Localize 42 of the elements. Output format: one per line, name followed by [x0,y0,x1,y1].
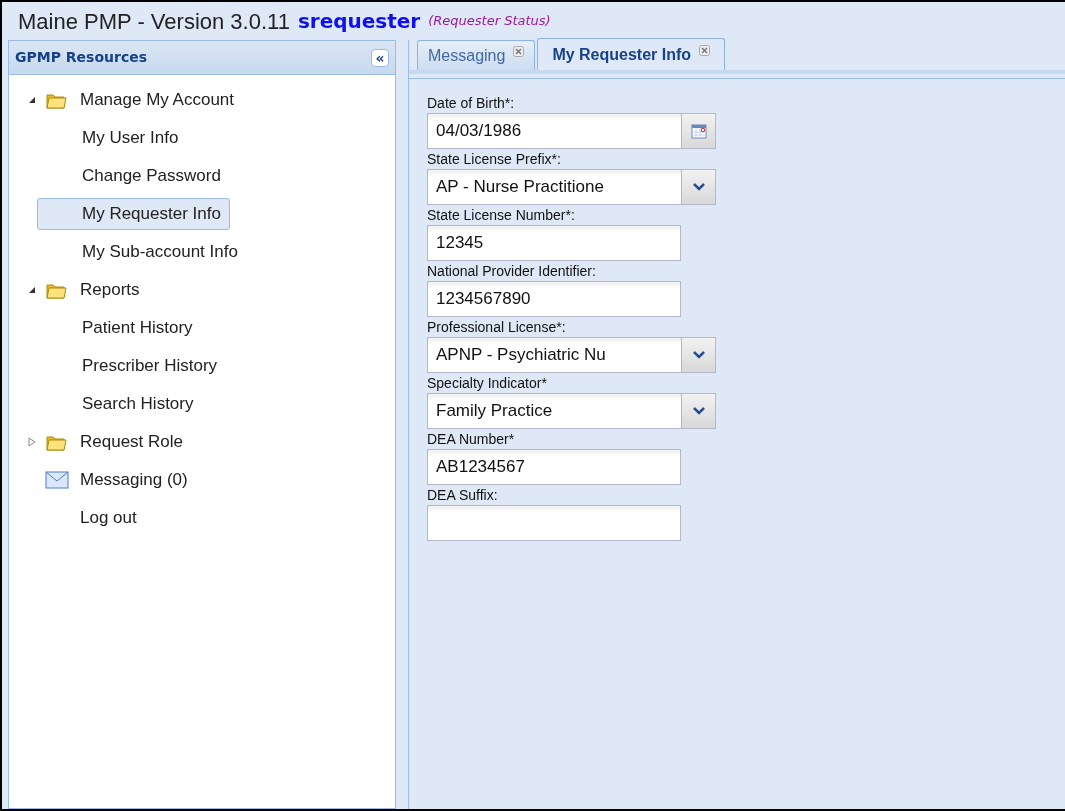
date-field[interactable]: 04/03/1986 [427,113,716,149]
tree-item[interactable]: Request Role [79,426,184,458]
expanded-arrow-icon[interactable] [28,96,36,104]
tree-item[interactable]: Messaging (0) [79,464,189,496]
panel-title: GPMP Resources [15,48,148,67]
calendar-icon[interactable] [690,123,707,139]
field-label: State License Number*: [427,206,575,225]
tree-item[interactable]: Patient History [81,312,194,344]
field-label: State License Prefix*: [427,150,561,169]
input-field[interactable]: 1234567890 [427,281,681,317]
username: srequester [297,8,421,35]
tree-item[interactable]: My Requester Info [37,198,230,230]
field-label: National Provider Identifier: [427,262,596,281]
close-icon[interactable] [513,46,525,57]
tree-item[interactable]: Reports [79,274,141,306]
field-label: Professional License*: [427,318,566,337]
field-label: Date of Birth*: [427,94,515,113]
dropdown[interactable]: Family Practice [427,393,716,429]
dropdown[interactable]: AP - Nurse Practitione [427,169,716,205]
dropdown[interactable]: APNP - Psychiatric Nu [427,337,716,373]
close-icon[interactable] [699,45,711,56]
user-status: (Requester Status) [428,12,551,31]
app-title: Maine PMP - Version 3.0.11 [18,7,290,36]
field-label: Specialty Indicator* [427,374,547,393]
envelope-icon [45,471,69,489]
input-field[interactable]: 12345 [427,225,681,261]
input-field[interactable] [427,505,681,541]
collapse-button[interactable]: « [371,48,389,67]
tree-item[interactable]: Prescriber History [81,350,219,382]
tree-item[interactable]: Log out [79,502,138,534]
tree-item[interactable]: Search History [81,388,195,420]
tree-item[interactable]: My User Info [81,122,180,154]
field-label: DEA Suffix: [427,486,498,505]
expanded-arrow-icon[interactable] [28,286,36,294]
tree-item[interactable]: Manage My Account [79,84,236,116]
tab[interactable]: My Requester Info [537,38,726,70]
tree-item[interactable]: My Sub-account Info [81,236,239,268]
tab[interactable]: Messaging [417,40,536,70]
input-field[interactable]: AB1234567 [427,449,681,485]
collapsed-arrow-icon[interactable] [28,437,36,447]
field-label: DEA Number* [427,430,515,449]
tree-item[interactable]: Change Password [81,160,222,192]
